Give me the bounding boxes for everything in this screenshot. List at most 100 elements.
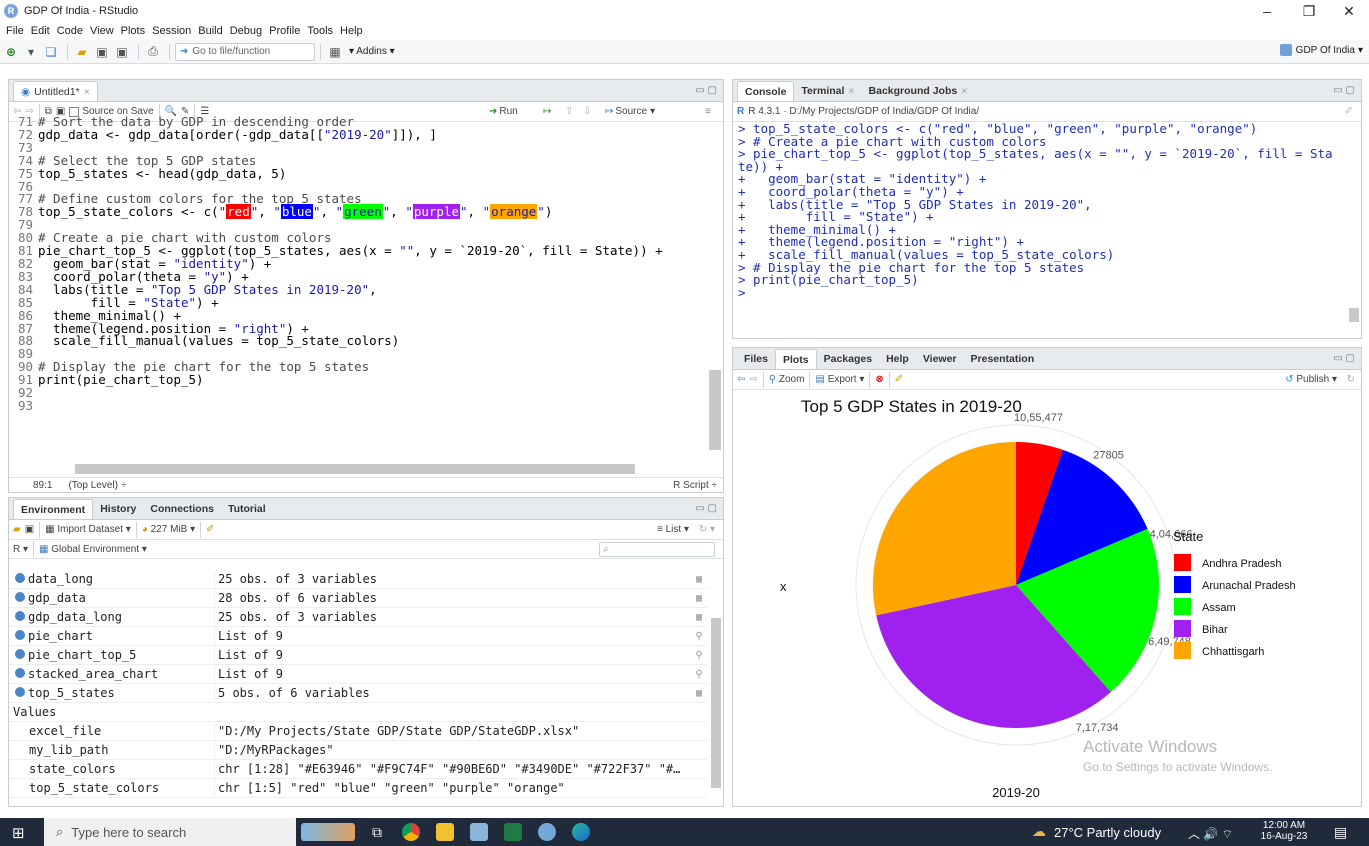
remove-plot-icon[interactable]: ⊗ — [875, 374, 883, 385]
tab-environment[interactable]: Environment — [13, 499, 94, 519]
addins-button[interactable]: ▾ Addins ▾ — [349, 46, 395, 57]
grid-view-icon[interactable]: ▦ — [691, 574, 707, 585]
pane-maximize-icon[interactable]: ▭ ▢ — [1333, 353, 1355, 364]
task-view-icon[interactable]: ⧉ — [360, 818, 394, 846]
tab-tutorial[interactable]: Tutorial — [221, 499, 273, 519]
weather-text[interactable]: 27°C Partly cloudy — [1054, 825, 1161, 840]
close-tab-icon[interactable]: × — [961, 85, 967, 97]
environment-row[interactable]: stacked_area_chart List of 9 ⚲ — [9, 665, 707, 684]
magnify-icon[interactable]: ⚲ — [691, 650, 707, 661]
close-button[interactable]: ✕ — [1329, 0, 1369, 22]
maximize-button[interactable]: ❐ — [1289, 0, 1329, 22]
data-frame-icon[interactable] — [15, 649, 25, 659]
edge-icon[interactable] — [564, 818, 598, 846]
console-scrollbar[interactable] — [1349, 308, 1359, 322]
menu-view[interactable]: View — [90, 25, 114, 37]
excel-icon[interactable] — [496, 818, 530, 846]
outline-toggle-icon[interactable]: ≡ — [705, 106, 711, 117]
environment-row[interactable]: data_long 25 obs. of 3 variables ▦ — [9, 570, 707, 589]
magnify-icon[interactable]: ⚲ — [691, 631, 707, 642]
notifications-icon[interactable]: ▤ — [1334, 824, 1347, 841]
import-dataset-button[interactable]: ▦ Import Dataset ▾ — [45, 524, 131, 535]
print-icon[interactable]: ⎙ — [144, 43, 162, 61]
file-explorer-icon[interactable] — [428, 818, 462, 846]
pane-maximize-icon[interactable]: ▭ ▢ — [695, 503, 717, 514]
language-selector[interactable]: R ▾ — [13, 544, 28, 555]
save-icon[interactable]: ▣ — [93, 43, 111, 61]
environment-row[interactable]: pie_chart_top_5 List of 9 ⚲ — [9, 646, 707, 665]
load-workspace-icon[interactable]: ▰ — [13, 524, 21, 535]
data-frame-icon[interactable] — [15, 592, 25, 602]
data-frame-icon[interactable] — [15, 573, 25, 583]
data-frame-icon[interactable] — [15, 630, 25, 640]
rstudio-taskbar-icon[interactable] — [530, 818, 564, 846]
snipping-tool-icon[interactable] — [462, 818, 496, 846]
next-plot-icon[interactable]: ⇨ — [749, 374, 757, 385]
tab-untitled1[interactable]: ◉ Untitled1* × — [13, 81, 98, 101]
tab-background-jobs[interactable]: Background Jobs × — [862, 81, 975, 101]
menu-help[interactable]: Help — [340, 25, 363, 37]
new-project-icon[interactable]: ❏ — [42, 43, 60, 61]
taskbar-search-input[interactable]: ⌕ Type here to search — [44, 818, 296, 846]
go-to-file-input[interactable]: ➜ Go to file/function — [175, 42, 315, 61]
environment-value-row[interactable]: state_colors chr [1:28] "#E63946" "#F9C74… — [9, 760, 707, 779]
menu-file[interactable]: File — [6, 25, 24, 37]
refresh-icon[interactable]: ↻ ▾ — [699, 524, 715, 535]
open-folder-icon[interactable]: ▰ — [73, 43, 91, 61]
environment-search-input[interactable]: ⌕ — [599, 541, 715, 557]
file-type-selector[interactable]: R Script ÷ — [673, 480, 717, 491]
minimize-button[interactable]: – — [1247, 0, 1287, 22]
environment-row[interactable]: gdp_data_long 25 obs. of 3 variables ▦ — [9, 608, 707, 627]
pane-maximize-icon[interactable]: ▭ ▢ — [695, 85, 717, 96]
save-workspace-icon[interactable]: ▣ — [25, 524, 34, 535]
close-tab-icon[interactable]: × — [848, 85, 854, 97]
pane-maximize-icon[interactable]: ▭ ▢ — [1333, 85, 1355, 96]
scope-selector[interactable]: (Top Level) — [68, 480, 117, 491]
tab-history[interactable]: History — [93, 499, 143, 519]
publish-button[interactable]: ↺ Publish ▾ — [1285, 374, 1337, 385]
environment-row[interactable]: top_5_states 5 obs. of 6 variables ▦ — [9, 684, 707, 703]
code-editor[interactable]: 71 # Sort the data by GDP in descending o… — [9, 115, 663, 413]
project-menu[interactable]: GDP Of India ▾ — [1279, 44, 1363, 56]
grid-icon[interactable]: ▦ — [326, 43, 344, 61]
tab-files[interactable]: Files — [737, 349, 775, 369]
environment-value-row[interactable]: top_5_state_colors chr [1:5] "red" "blue"… — [9, 779, 707, 798]
menu-plots[interactable]: Plots — [121, 25, 145, 37]
close-tab-icon[interactable]: × — [84, 86, 90, 98]
environment-value-row[interactable]: my_lib_path "D:/MyRPackages" — [9, 741, 707, 760]
menu-build[interactable]: Build — [198, 25, 222, 37]
broom-icon[interactable]: ✐ — [206, 524, 214, 535]
tab-console[interactable]: Console — [737, 81, 795, 101]
broom-icon[interactable]: ✐ — [895, 374, 903, 385]
console-output[interactable]: > top_5_state_colors <- c("red", "blue",… — [733, 122, 1347, 299]
tab-viewer[interactable]: Viewer — [916, 349, 964, 369]
menu-tools[interactable]: Tools — [307, 25, 333, 37]
menu-session[interactable]: Session — [152, 25, 191, 37]
magnify-icon[interactable]: ⚲ — [691, 669, 707, 680]
data-frame-icon[interactable] — [15, 611, 25, 621]
tab-presentation[interactable]: Presentation — [964, 349, 1042, 369]
tab-help[interactable]: Help — [879, 349, 916, 369]
new-file-icon[interactable]: ⊕ — [2, 43, 20, 61]
editor-horizontal-scrollbar[interactable] — [75, 464, 635, 474]
windows-start-icon[interactable]: ⊞ — [12, 824, 25, 842]
menu-edit[interactable]: Edit — [31, 25, 50, 37]
clock[interactable]: 12:00 AM 16-Aug-23 — [1256, 820, 1312, 842]
tab-packages[interactable]: Packages — [817, 349, 879, 369]
tab-connections[interactable]: Connections — [143, 499, 221, 519]
environment-row[interactable]: pie_chart List of 9 ⚲ — [9, 627, 707, 646]
tab-plots[interactable]: Plots — [774, 349, 817, 369]
menu-debug[interactable]: Debug — [230, 25, 262, 37]
grid-view-icon[interactable]: ▦ — [691, 593, 707, 604]
environment-scrollbar[interactable] — [711, 618, 721, 788]
system-tray-icons[interactable]: ︿ 🔊 ⌔ — [1188, 825, 1233, 842]
environment-value-row[interactable]: excel_file "D:/My Projects/State GDP/Stat… — [9, 722, 707, 741]
memory-usage-button[interactable]: ◕ 227 MiB ▾ — [142, 524, 195, 535]
save-all-icon[interactable]: ▣ — [113, 43, 131, 61]
chrome-icon[interactable] — [394, 818, 428, 846]
list-view-button[interactable]: ≡ List ▾ — [657, 524, 689, 535]
global-environment-selector[interactable]: ▦ Global Environment ▾ — [39, 544, 147, 555]
data-frame-icon[interactable] — [15, 668, 25, 678]
weather-widget-icon[interactable] — [296, 818, 360, 846]
menu-profile[interactable]: Profile — [269, 25, 300, 37]
